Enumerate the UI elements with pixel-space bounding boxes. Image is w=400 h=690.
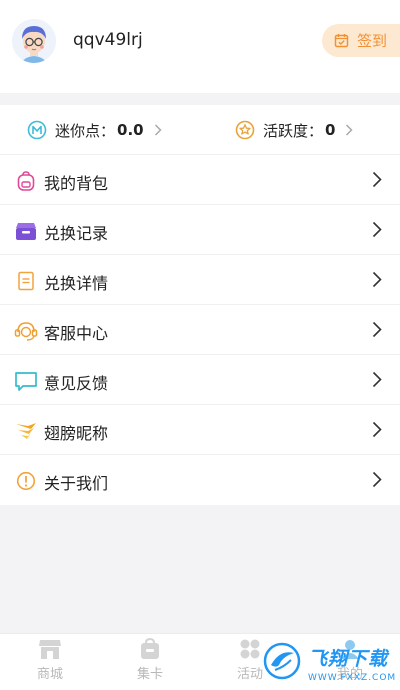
document-icon — [14, 269, 38, 293]
tab-label: 商城 — [36, 667, 63, 682]
chevron-right-icon — [372, 221, 382, 238]
card-bag-icon — [139, 638, 161, 660]
menu-item-label: 意见反馈 — [44, 374, 109, 393]
menu-item-label: 关于我们 — [44, 474, 109, 493]
menu-item-label: 翅膀昵称 — [44, 424, 109, 443]
chevron-right-icon — [372, 371, 382, 388]
chevron-right-icon — [345, 124, 354, 136]
signin-button[interactable]: 签到 — [322, 24, 400, 57]
menu-item-label: 我的背包 — [44, 174, 109, 193]
watermark-logo-icon — [262, 641, 302, 685]
mini-points-value: 0.0 — [117, 121, 144, 139]
chevron-right-icon — [372, 321, 382, 338]
store-icon — [38, 638, 62, 660]
wing-icon — [14, 419, 38, 443]
stats-row: 迷你点： 0.0 活跃度： 0 — [0, 105, 400, 155]
mini-points-icon — [27, 120, 47, 140]
mini-points-stat[interactable]: 迷你点： 0.0 — [27, 105, 162, 155]
avatar[interactable] — [12, 19, 56, 63]
tab-cards[interactable]: 集卡 — [120, 638, 180, 682]
star-badge-icon — [235, 120, 255, 140]
menu-item-customer-service[interactable]: 客服中心 — [0, 305, 400, 355]
calendar-check-icon — [334, 33, 349, 48]
menu-item-exchange-records[interactable]: 兑换记录 — [0, 205, 400, 255]
activity-stat[interactable]: 活跃度： 0 — [235, 105, 354, 155]
chevron-right-icon — [372, 471, 382, 488]
activity-value: 0 — [325, 121, 336, 139]
backpack-icon — [14, 169, 38, 193]
menu-item-label: 兑换详情 — [44, 274, 109, 293]
menu-item-backpack[interactable]: 我的背包 — [0, 155, 400, 205]
chevron-right-icon — [154, 124, 162, 136]
mini-points-label: 迷你点： — [55, 121, 116, 140]
headset-icon — [14, 319, 38, 343]
username: qqv49lrj — [73, 30, 143, 50]
activity-label: 活跃度： — [263, 121, 324, 140]
watermark-title: 飞翔下载 — [308, 647, 389, 670]
menu-item-feedback[interactable]: 意见反馈 — [0, 355, 400, 405]
menu-item-label: 兑换记录 — [44, 224, 109, 243]
menu-item-label: 客服中心 — [44, 324, 109, 343]
tab-label: 活动 — [236, 667, 263, 682]
box-icon — [14, 219, 38, 243]
chevron-right-icon — [372, 171, 382, 188]
menu-item-exchange-details[interactable]: 兑换详情 — [0, 255, 400, 305]
grid-icon — [239, 638, 261, 660]
tab-label: 集卡 — [136, 667, 163, 682]
menu-item-about-us[interactable]: 关于我们 — [0, 455, 400, 505]
profile-header: qqv49lrj 签到 — [0, 0, 400, 93]
watermark: 飞翔下载 WWW.FXXZ.COM — [262, 636, 400, 690]
menu-item-wing-nickname[interactable]: 翅膀昵称 — [0, 405, 400, 455]
watermark-subtitle: WWW.FXXZ.COM — [308, 672, 397, 683]
chevron-right-icon — [372, 421, 382, 438]
chevron-right-icon — [372, 271, 382, 288]
signin-label: 签到 — [357, 32, 388, 50]
menu-list: 我的背包 兑换记录 兑换详情 客服中心 意见反馈 翅膀昵称 关于我们 — [0, 155, 400, 505]
chat-bubble-icon — [14, 369, 38, 393]
tab-mall[interactable]: 商城 — [20, 638, 80, 682]
info-icon — [14, 469, 38, 493]
